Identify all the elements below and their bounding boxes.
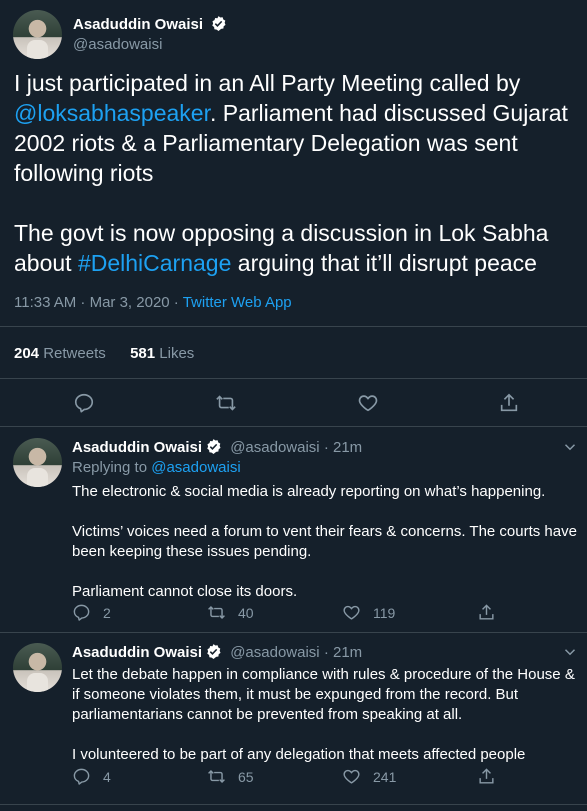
reply-count: 4 [103, 768, 111, 785]
share-icon [477, 603, 496, 622]
share-button[interactable] [477, 603, 496, 622]
chevron-down-icon[interactable] [561, 438, 579, 456]
like-icon[interactable] [357, 392, 379, 414]
tweet-time[interactable]: · 21m [324, 439, 362, 456]
replying-to-handle[interactable]: @asadowaisi [151, 459, 240, 476]
retweet-icon[interactable] [215, 392, 237, 414]
reply-icon [72, 603, 91, 622]
tweet-actions [0, 390, 587, 416]
like-count: 241 [373, 768, 397, 785]
divider [0, 632, 587, 633]
reply-actions: 2 40 119 [72, 603, 572, 623]
tweet-text: I just participated in an All Party Meet… [14, 68, 574, 278]
author-name[interactable]: Asaduddin Owaisi [73, 15, 227, 34]
share-icon[interactable] [498, 392, 520, 414]
mention-link[interactable]: @loksabhaspeaker [14, 100, 210, 126]
author-handle[interactable]: @asadowaisi [73, 36, 162, 53]
retweet-button[interactable]: 65 [207, 767, 254, 786]
reply-button[interactable]: 2 [72, 603, 111, 622]
timestamp[interactable]: 11:33 AM · Mar 3, 2020 · [14, 294, 183, 311]
share-icon [477, 767, 496, 786]
tweet-text-part3: arguing that it’ll disrupt peace [231, 250, 537, 276]
author-handle[interactable]: @asadowaisi [230, 439, 319, 456]
tweet-text-part1: I just participated in an All Party Meet… [14, 70, 521, 96]
retweet-count: 65 [238, 768, 254, 785]
tweet-time[interactable]: · 21m [324, 644, 362, 661]
avatar[interactable] [13, 10, 62, 59]
avatar[interactable] [13, 643, 62, 692]
retweet-count: 40 [238, 604, 254, 621]
author-name-text: Asaduddin Owaisi [73, 16, 204, 33]
retweet-icon [207, 603, 226, 622]
reply-icon [72, 767, 91, 786]
reply-text: Let the debate happen in compliance with… [72, 666, 575, 763]
tweet-stats: 204 Retweets 581 Likes [14, 345, 194, 362]
share-button[interactable] [477, 767, 496, 786]
author-name[interactable]: Asaduddin Owaisi [72, 439, 202, 456]
retweet-icon [207, 767, 226, 786]
reply-tweet[interactable]: Asaduddin Owaisi @asadowaisi · 21m Let t… [0, 643, 587, 803]
verified-icon [210, 15, 227, 32]
reply-icon[interactable] [73, 392, 95, 414]
tweet-meta: 11:33 AM · Mar 3, 2020 · Twitter Web App [14, 294, 292, 311]
like-count: 119 [373, 604, 396, 621]
like-button[interactable]: 241 [342, 767, 396, 786]
divider [0, 326, 587, 327]
chevron-down-icon[interactable] [561, 643, 579, 661]
retweets-stat[interactable]: 204 Retweets [14, 345, 106, 362]
likes-label: Likes [159, 345, 195, 362]
reply-header: Asaduddin Owaisi @asadowaisi · 21m [72, 643, 362, 661]
verified-icon [205, 438, 222, 455]
retweet-button[interactable]: 40 [207, 603, 254, 622]
reply-header: Asaduddin Owaisi @asadowaisi · 21m [72, 438, 362, 456]
like-button[interactable]: 119 [342, 603, 395, 622]
reply-tweet[interactable]: Asaduddin Owaisi @asadowaisi · 21m Reply… [0, 438, 587, 628]
likes-stat[interactable]: 581 Likes [130, 345, 194, 362]
source-link[interactable]: Twitter Web App [183, 294, 292, 311]
retweets-count: 204 [14, 345, 40, 362]
reply-actions: 4 65 241 [72, 767, 572, 787]
divider [0, 426, 587, 427]
reply-text: The electronic & social media is already… [72, 483, 577, 600]
avatar[interactable] [13, 438, 62, 487]
author-name[interactable]: Asaduddin Owaisi [72, 644, 202, 661]
author-handle[interactable]: @asadowaisi [230, 644, 319, 661]
hashtag-link[interactable]: #DelhiCarnage [78, 250, 231, 276]
like-icon [342, 767, 361, 786]
retweets-label: Retweets [43, 345, 106, 362]
divider [0, 378, 587, 379]
reply-count: 2 [103, 604, 111, 621]
reply-button[interactable]: 4 [72, 767, 111, 786]
replying-to-label: Replying to [72, 459, 152, 476]
replying-to: Replying to @asadowaisi [72, 459, 241, 476]
like-icon [342, 603, 361, 622]
divider [0, 804, 587, 805]
likes-count: 581 [130, 345, 156, 362]
verified-icon [205, 643, 222, 660]
